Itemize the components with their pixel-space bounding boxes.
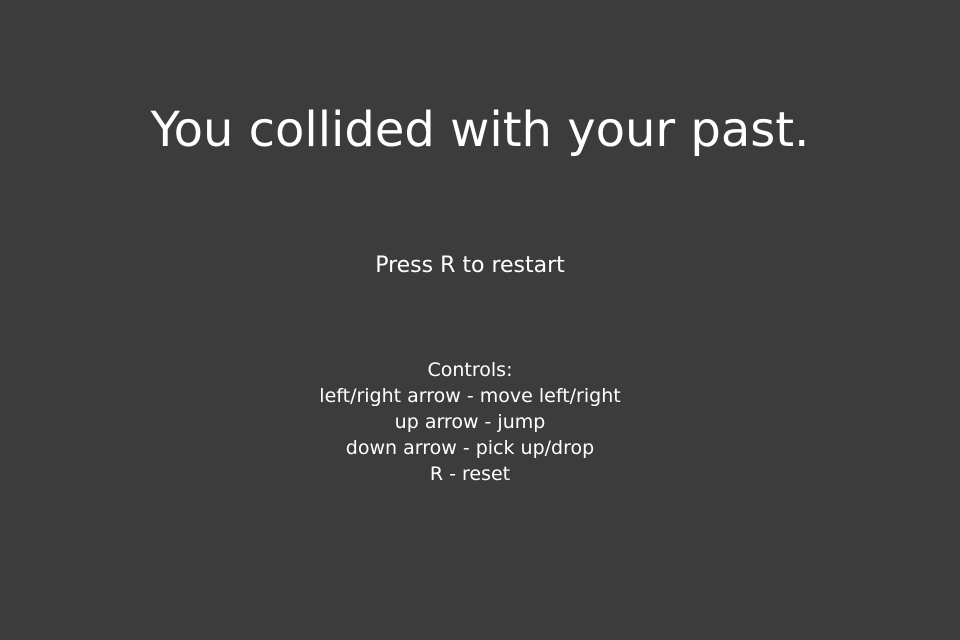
game-over-screen: You collided with your past. Press R to … bbox=[0, 0, 960, 640]
control-line-move: left/right arrow - move left/right bbox=[319, 385, 621, 407]
game-over-title: You collided with your past. bbox=[150, 102, 810, 158]
control-line-jump: up arrow - jump bbox=[394, 411, 546, 433]
restart-prompt: Press R to restart bbox=[375, 253, 565, 278]
control-line-reset: R - reset bbox=[429, 463, 511, 485]
controls-heading: Controls: bbox=[427, 359, 513, 381]
controls-panel: Controls: left/right arrow - move left/r… bbox=[0, 357, 940, 487]
control-line-pickup: down arrow - pick up/drop bbox=[345, 437, 595, 459]
